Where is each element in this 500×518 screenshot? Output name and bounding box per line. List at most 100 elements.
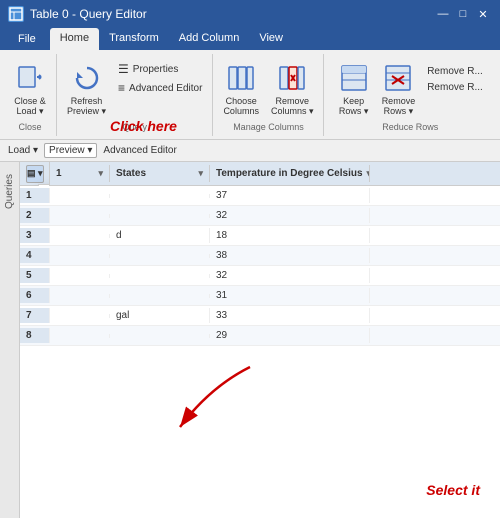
col-header-states: States ▾ [110,165,210,182]
app-icon [8,6,24,22]
ribbon-group-reduce-rows: KeepRows ▾ RemoveRows ▾ Remove R... [324,54,496,136]
tab-view[interactable]: View [249,28,293,50]
load-button[interactable]: Load ▾ [4,144,42,157]
table-row: 7 gal 33 [20,306,500,326]
states-filter[interactable]: ▾ [198,168,203,179]
remove-columns-icon [276,62,308,94]
close-load-button[interactable]: Close &Load ▾ [10,60,50,119]
toolbar-row: Load ▾ Preview ▾ Advanced Editor [0,140,500,162]
cell-3-3: 18 [210,228,370,243]
close-button[interactable]: ✕ [474,5,492,23]
window-controls: — □ ✕ [434,5,492,23]
refresh-preview-button[interactable]: RefreshPreview ▾ [63,60,110,119]
manage-columns-buttons: ChooseColumns RemoveColumns ▾ [219,56,317,122]
table-row: 1 37 [20,186,500,206]
maximize-button[interactable]: □ [454,5,472,23]
table-area: ▤ ▾ ▤ Use First Row as Headers Add Custo… [20,162,500,518]
col-header-1: 1 ▾ [50,165,110,182]
row-num-5: 5 [20,268,50,283]
cell-3-1 [50,234,110,238]
table-row: 6 31 [20,286,500,306]
ribbon-group-close: Close &Load ▾ Close [4,54,57,136]
cell-7-1 [50,314,110,318]
reduce-rows-label: Reduce Rows [382,122,438,134]
properties-button[interactable]: ☰ Properties [114,60,206,78]
close-load-label: Close &Load ▾ [14,96,46,117]
tab-transform[interactable]: Transform [99,28,169,50]
refresh-label: RefreshPreview ▾ [67,96,106,117]
choose-columns-icon [225,62,257,94]
cell-7-3: 33 [210,308,370,323]
table-row: 8 29 [20,326,500,346]
main-content: Queries ▤ ▾ ▤ Use First Row as Headers A… [0,162,500,518]
query-small-btns: ☰ Properties ≡ Advanced Editor [114,60,206,97]
row-num-4: 4 [20,248,50,263]
tab-home[interactable]: Home [50,28,99,50]
col1-label: 1 [56,168,62,179]
remove-rows-button[interactable]: RemoveRows ▾ [378,60,420,119]
cell-4-1 [50,254,110,258]
remove-rows-icon [382,62,414,94]
col-header-temp: Temperature in Degree Celsius ▾ [210,165,370,182]
keep-rows-label: KeepRows ▾ [339,96,369,117]
advanced-editor-toolbar-button[interactable]: Advanced Editor [99,144,180,157]
remove-columns-button[interactable]: RemoveColumns ▾ [267,60,318,119]
tab-file[interactable]: File [4,28,50,50]
advanced-editor-icon: ≡ [118,81,125,95]
remove-r2-button[interactable]: Remove R... [423,80,487,95]
minimize-button[interactable]: — [434,5,452,23]
row-num-col-header: ▤ ▾ ▤ Use First Row as Headers Add Custo… [20,162,50,186]
table-header: ▤ ▾ ▤ Use First Row as Headers Add Custo… [20,162,500,186]
title-bar: Table 0 - Query Editor — □ ✕ [0,0,500,28]
remove-rows-label: RemoveRows ▾ [382,96,416,117]
cell-6-1 [50,294,110,298]
advanced-editor-button[interactable]: ≡ Advanced Editor [114,79,206,97]
cell-1-1 [50,194,110,198]
col1-filter[interactable]: ▾ [98,168,103,179]
cell-3-2: d [110,228,210,243]
row-num-7: 7 [20,308,50,323]
remove-r-small-group: Remove R... Remove R... [423,60,487,95]
cell-8-3: 29 [210,328,370,343]
ribbon: Close &Load ▾ Close RefreshPreview ▾ ☰ P… [0,50,500,140]
cell-8-1 [50,334,110,338]
table-row: 3 d 18 [20,226,500,246]
table-row: 4 38 [20,246,500,266]
cell-2-3: 32 [210,208,370,223]
row-num-2: 2 [20,208,50,223]
manage-columns-label: Manage Columns [233,122,304,134]
keep-rows-button[interactable]: KeepRows ▾ [334,60,374,119]
cell-1-2 [110,194,210,198]
dropdown-menu: ▤ Use First Row as Headers Add Custom Co… [38,184,50,186]
table-row: 5 32 [20,266,500,286]
row-num-6: 6 [20,288,50,303]
row-num-dropdown-btn[interactable]: ▤ ▾ [26,165,44,183]
cell-5-1 [50,274,110,278]
close-buttons: Close &Load ▾ [10,56,50,122]
queries-panel: Queries [0,162,20,518]
table-rows: 1 37 2 32 3 d 18 4 38 [20,186,500,346]
ribbon-group-query: RefreshPreview ▾ ☰ Properties ≡ Advanced… [57,54,213,136]
reduce-rows-buttons: KeepRows ▾ RemoveRows ▾ Remove R... [334,56,487,122]
remove-r2-label: Remove R... [427,82,483,93]
advanced-editor-label: Advanced Editor [129,83,202,94]
tab-add-column[interactable]: Add Column [169,28,250,50]
keep-rows-icon [338,62,370,94]
cell-6-2 [110,294,210,298]
cell-7-2: gal [110,308,210,323]
cell-6-3: 31 [210,288,370,303]
temp-filter[interactable]: ▾ [367,168,370,179]
cell-5-3: 32 [210,268,370,283]
choose-columns-button[interactable]: ChooseColumns [219,60,263,118]
cell-2-1 [50,214,110,218]
row-num-3: 3 [20,228,50,243]
properties-label: Properties [133,64,179,75]
queries-label: Queries [4,174,15,209]
ribbon-tabs: File Home Transform Add Column View [0,28,500,50]
preview-button[interactable]: Preview ▾ [44,143,97,158]
remove-r-button[interactable]: Remove R... [423,64,487,79]
remove-r-label: Remove R... [427,66,483,77]
ribbon-group-manage-columns: ChooseColumns RemoveColumns ▾ Manage Col… [213,54,324,136]
close-load-icon [14,62,46,94]
query-buttons: RefreshPreview ▾ ☰ Properties ≡ Advanced… [63,56,206,122]
